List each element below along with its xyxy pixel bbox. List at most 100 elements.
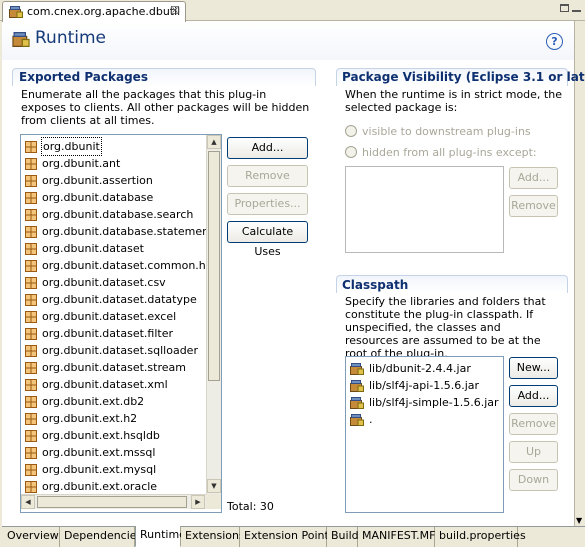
- package-icon: [25, 396, 37, 408]
- new-classpath-button[interactable]: New...: [509, 357, 558, 379]
- plugin-icon: [9, 6, 23, 18]
- classpath-title: Classpath: [342, 278, 409, 292]
- package-icon: [25, 158, 37, 170]
- list-horizontal-scrollbar[interactable]: ◀ ▶: [21, 494, 206, 509]
- add-package-button[interactable]: Add...: [227, 137, 308, 159]
- add-classpath-button[interactable]: Add...: [509, 385, 558, 407]
- frame-left-edge: [0, 21, 2, 547]
- package-icon: [25, 413, 37, 425]
- tab-extension-points[interactable]: Extension Points: [240, 527, 335, 547]
- package-name: org.dbunit.assertion: [42, 174, 153, 187]
- properties-button[interactable]: Properties...: [227, 193, 308, 215]
- maximize-icon[interactable]: [560, 4, 569, 12]
- tab-build[interactable]: Build: [327, 527, 359, 547]
- package-icon: [25, 209, 37, 221]
- package-name: org.dbunit: [41, 137, 102, 156]
- calculate-uses-button[interactable]: Calculate Uses: [227, 221, 308, 258]
- minimize-icon[interactable]: [572, 4, 581, 12]
- package-icon: [25, 447, 37, 459]
- list-vertical-scrollbar[interactable]: ▲ ▼: [206, 135, 221, 494]
- editor-page-tabs: Overview Dependencies Runtime Extensions Ext…: [2, 526, 585, 547]
- package-name: org.dbunit.ext.h2: [42, 412, 138, 425]
- runtime-icon: [12, 32, 30, 47]
- package-name: org.dbunit.database: [42, 191, 154, 204]
- package-name: org.dbunit.dataset.common.handl: [42, 259, 222, 272]
- tab-overview[interactable]: Overview: [3, 527, 60, 547]
- visible-downstream-label: visible to downstream plug-ins: [362, 125, 531, 138]
- visible-downstream-radio[interactable]: [345, 125, 357, 137]
- tab-runtime[interactable]: Runtime: [135, 526, 186, 547]
- editor-tab[interactable]: com.cnex.org.apache.dbutil ☒: [2, 1, 186, 22]
- hidden-except-radio[interactable]: [345, 146, 357, 158]
- package-name: org.dbunit.ext.oracle: [42, 480, 158, 493]
- jar-icon: [350, 397, 364, 409]
- package-icon: [25, 141, 37, 153]
- package-name: org.dbunit.dataset.excel: [42, 310, 177, 323]
- package-icon: [25, 175, 37, 187]
- remove-package-button[interactable]: Remove: [227, 165, 308, 187]
- total-count: Total: 30: [227, 500, 274, 513]
- scroll-down-icon[interactable]: ▼: [207, 479, 221, 493]
- package-icon: [25, 464, 37, 476]
- package-icon: [25, 379, 37, 391]
- package-visibility-description: When the runtime is in strict mode, the …: [345, 88, 562, 114]
- scrollbar-thumb[interactable]: [208, 151, 220, 381]
- package-icon: [25, 260, 37, 272]
- up-classpath-button[interactable]: Up: [509, 441, 558, 463]
- scroll-corner: [206, 494, 221, 509]
- package-name: org.dbunit.database.statement: [42, 225, 214, 238]
- package-icon: [25, 243, 37, 255]
- classpath-entry-name: lib/slf4j-simple-1.5.6.jar: [369, 396, 499, 409]
- package-name: org.dbunit.ext.db2: [42, 395, 145, 408]
- package-name: org.dbunit.ext.hsqldb: [42, 429, 160, 442]
- exported-packages-description: Enumerate all the packages that this plu…: [21, 88, 310, 127]
- package-icon: [25, 311, 37, 323]
- classpath-entry-name: lib/dbunit-2.4.4.jar: [369, 362, 471, 375]
- package-icon: [25, 328, 37, 340]
- tab-build-properties[interactable]: build.properties: [435, 527, 526, 547]
- package-icon: [25, 345, 37, 357]
- package-icon: [25, 362, 37, 374]
- package-name: org.dbunit.ant: [42, 157, 121, 170]
- tab-extensions[interactable]: Extensions: [181, 527, 245, 547]
- page-title: Runtime: [35, 28, 107, 48]
- remove-visibility-button[interactable]: Remove: [509, 195, 558, 217]
- package-name: org.dbunit.ext.mssql: [42, 446, 156, 459]
- package-icon: [25, 430, 37, 442]
- scroll-left-icon[interactable]: ◀: [21, 495, 35, 509]
- close-icon[interactable]: ☒: [170, 4, 180, 17]
- scroll-up-icon[interactable]: ▲: [207, 135, 221, 149]
- package-visibility-title: Package Visibility (Eclipse 3.1 or later…: [342, 70, 585, 84]
- package-icon: [25, 277, 37, 289]
- add-visibility-button[interactable]: Add...: [509, 167, 558, 189]
- package-name: org.dbunit.dataset.filter: [42, 327, 173, 340]
- hidden-except-label: hidden from all plug-ins except:: [362, 146, 537, 159]
- package-icon: [25, 294, 37, 306]
- exported-packages-title: Exported Packages: [19, 70, 148, 84]
- jar-icon: [350, 414, 364, 426]
- package-name: org.dbunit.ext.mysql: [42, 463, 157, 476]
- classpath-entry-name: .: [369, 413, 373, 426]
- package-icon: [25, 481, 37, 493]
- exported-packages-list[interactable]: org.dbunit org.dbunit.ant org.dbunit.asser…: [20, 134, 222, 513]
- jar-icon: [350, 380, 364, 392]
- package-icon: [25, 226, 37, 238]
- package-name: org.dbunit.dataset.xml: [42, 378, 168, 391]
- h-scrollbar-thumb[interactable]: [37, 496, 187, 508]
- classpath-description: Specify the libraries and folders that c…: [345, 295, 546, 360]
- package-name: org.dbunit.database.search: [42, 208, 194, 221]
- package-name: org.dbunit.dataset: [42, 242, 144, 255]
- tab-manifest-mf[interactable]: MANIFEST.MF: [358, 527, 435, 547]
- tab-dependencies[interactable]: Dependencies: [60, 527, 142, 547]
- visibility-plugins-list[interactable]: [345, 166, 504, 253]
- classpath-list[interactable]: lib/dbunit-2.4.4.jar lib/slf4j-api-1.5.6.…: [345, 356, 504, 513]
- scroll-down-arrow-icon[interactable]: ▼: [576, 516, 582, 525]
- down-classpath-button[interactable]: Down: [509, 469, 558, 491]
- remove-classpath-button[interactable]: Remove: [509, 413, 558, 435]
- package-name: org.dbunit.dataset.datatype: [42, 293, 197, 306]
- jar-icon: [350, 363, 364, 375]
- scroll-right-icon[interactable]: ▶: [191, 495, 205, 509]
- help-icon[interactable]: ?: [546, 33, 563, 50]
- package-icon: [25, 192, 37, 204]
- package-name: org.dbunit.dataset.csv: [42, 276, 166, 289]
